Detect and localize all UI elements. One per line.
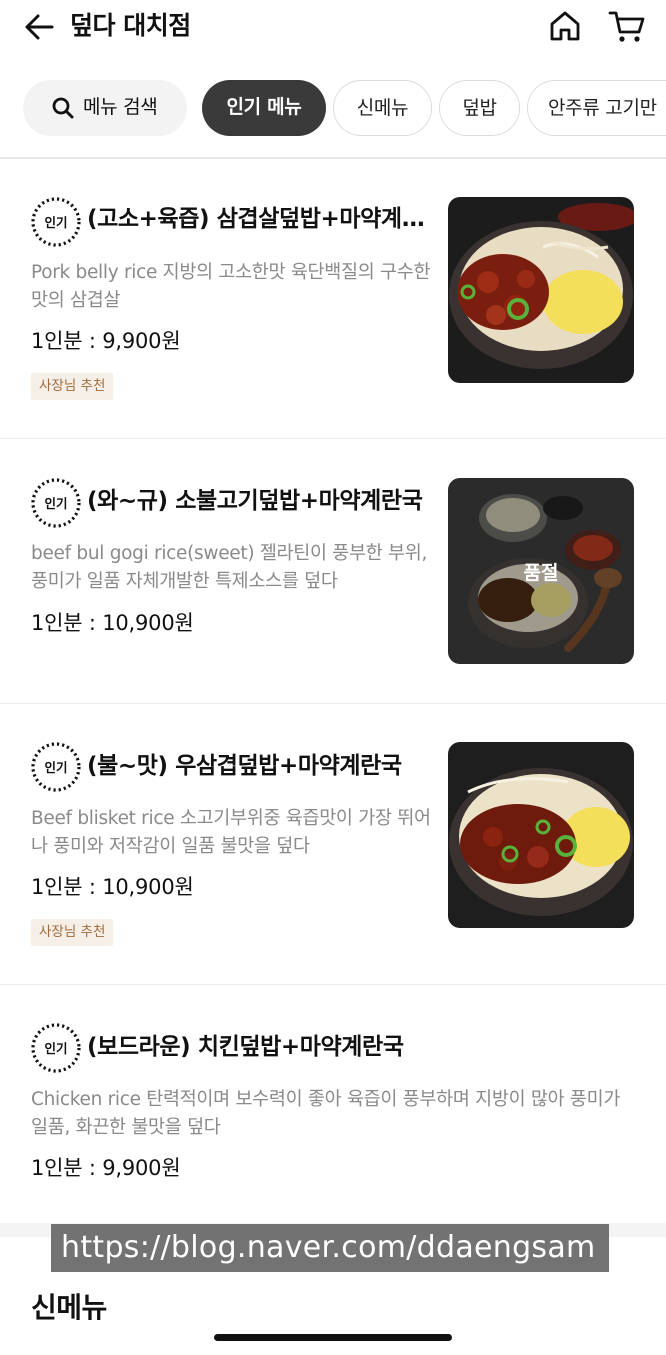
popular-badge-icon: 인기: [31, 1023, 81, 1073]
menu-item-name: (불~맛) 우삼겹덮밥+마약계란국: [87, 753, 402, 779]
home-icon[interactable]: [547, 8, 583, 44]
menu-item-price: 1인분 : 9,900원: [31, 1156, 181, 1180]
menu-item-price: 1인분 : 9,900원: [31, 329, 181, 353]
svg-text:인기: 인기: [44, 760, 67, 775]
menu-item[interactable]: 인기 (보드라운) 치킨덮밥+마약계란국 Chicken rice 탄력적이며 …: [0, 985, 666, 1223]
menu-item[interactable]: 인기 (와~규) 소불고기덮밥+마약계란국 beef bul gogi rice…: [0, 440, 666, 704]
arrow-left-icon[interactable]: [22, 10, 56, 44]
menu-item-description: Chicken rice 탄력적이며 보수력이 좋아 육즙이 풍부하며 지방이 …: [31, 1089, 621, 1138]
menu-search-button[interactable]: 메뉴 검색: [23, 80, 187, 136]
menu-search-label: 메뉴 검색: [83, 96, 158, 118]
category-chips: 메뉴 검색 인기 메뉴 신메뉴 덮밥 안주류 고기만: [0, 80, 666, 136]
menu-item-name: (보드라운) 치킨덮밥+마약계란국: [87, 1034, 404, 1060]
watermark-url: https://blog.naver.com/ddaengsam: [51, 1224, 609, 1272]
tab-side-dishes[interactable]: 안주류 고기만: [527, 80, 666, 136]
sold-out-label: 품절: [523, 561, 559, 584]
pork-belly-rice-bowl-image: [448, 197, 634, 383]
owner-recommend-tag: 사장님 추천: [31, 919, 114, 946]
menu-item-photo[interactable]: [448, 742, 634, 928]
tab-rice-bowl[interactable]: 덮밥: [439, 80, 520, 136]
menu-item-price: 1인분 : 10,900원: [31, 611, 194, 635]
menu-item-photo[interactable]: 품절: [448, 478, 634, 664]
menu-item-description: Pork belly rice 지방의 고소한맛 육단백질의 구수한맛의 삼겹살: [31, 262, 431, 311]
svg-text:인기: 인기: [44, 496, 67, 511]
page-title: 덮다 대치점: [70, 11, 191, 40]
menu-item[interactable]: 인기 (불~맛) 우삼겹덮밥+마약계란국 Beef blisket rice 소…: [0, 704, 666, 985]
tab-new-menu[interactable]: 신메뉴: [333, 80, 432, 136]
svg-text:인기: 인기: [44, 215, 67, 230]
menu-item-price: 1인분 : 10,900원: [31, 875, 194, 899]
cart-icon[interactable]: [607, 8, 647, 44]
menu-item-description: Beef blisket rice 소고기부위중 육즙맛이 가장 뛰어나 풍미와…: [31, 808, 431, 857]
popular-badge-icon: 인기: [31, 742, 81, 792]
menu-item-name: (와~규) 소불고기덮밥+마약계란국: [87, 488, 423, 514]
menu-item[interactable]: 인기 (고소+육즙) 삼겹살덮밥+마약계란국 Pork belly rice 지…: [0, 159, 666, 439]
menu-item-photo[interactable]: [448, 197, 634, 383]
popular-badge-icon: 인기: [31, 197, 81, 247]
tab-popular[interactable]: 인기 메뉴: [202, 80, 326, 136]
menu-item-name: (고소+육즙) 삼겹살덮밥+마약계란국: [87, 206, 427, 232]
section-title-new-menu: 신메뉴: [31, 1291, 107, 1324]
svg-text:인기: 인기: [44, 1041, 67, 1056]
app-header: 덮다 대치점: [0, 0, 666, 56]
owner-recommend-tag: 사장님 추천: [31, 373, 114, 400]
search-icon: [52, 97, 74, 119]
popular-badge-icon: 인기: [31, 478, 81, 528]
beef-brisket-rice-bowl-image: [448, 742, 634, 928]
menu-item-description: beef bul gogi rice(sweet) 젤라틴이 풍부한 부위, 풍…: [31, 543, 428, 592]
home-indicator[interactable]: [214, 1334, 452, 1341]
